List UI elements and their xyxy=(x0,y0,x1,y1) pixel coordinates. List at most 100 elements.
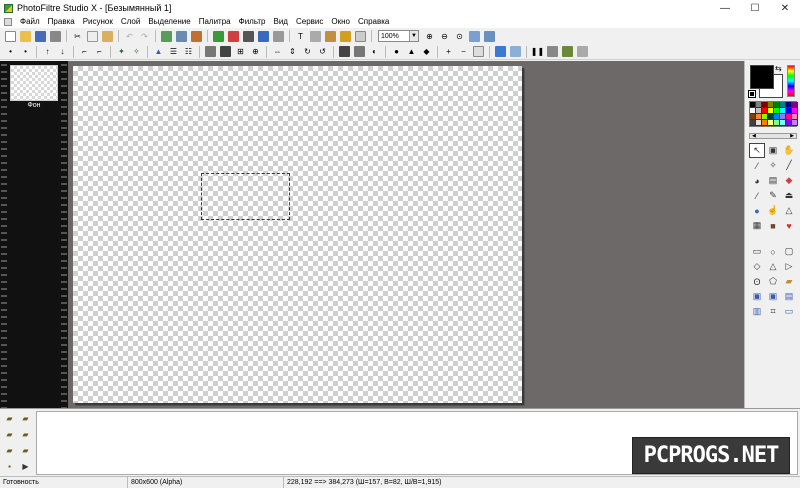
arrow-icon[interactable]: ↖ xyxy=(749,143,765,158)
reset-colors-icon[interactable] xyxy=(748,90,756,98)
magic-wand-icon[interactable]: ✧ xyxy=(765,158,781,173)
levels-icon[interactable]: ▲ xyxy=(153,46,164,57)
hand-icon[interactable]: ✋ xyxy=(781,143,797,158)
close-button[interactable]: ✕ xyxy=(770,0,800,16)
rounded-rect-icon[interactable]: ▢ xyxy=(781,244,797,259)
folder-icon[interactable]: ▰ xyxy=(781,274,797,289)
play-icon[interactable]: ▶ xyxy=(18,459,33,474)
mask-icon[interactable] xyxy=(473,46,484,57)
brightness-down-icon[interactable]: ↓ xyxy=(57,46,68,57)
grayscale-icon[interactable] xyxy=(205,46,216,57)
folder-up-icon[interactable]: ▰ xyxy=(2,411,17,426)
right-triangle-icon[interactable]: ▷ xyxy=(781,259,797,274)
menu-view[interactable]: Вид xyxy=(270,16,292,28)
menu-edit[interactable]: Правка xyxy=(44,16,79,28)
drop-icon[interactable]: ● xyxy=(391,46,402,57)
fit-window-icon[interactable] xyxy=(469,30,480,42)
selection-rectangle[interactable] xyxy=(201,173,290,220)
chevron-right-icon[interactable]: ▶ xyxy=(790,133,794,139)
effect-icon[interactable] xyxy=(325,30,336,42)
contrast-icon[interactable]: ☰ xyxy=(168,46,179,57)
new-file-icon[interactable] xyxy=(5,30,16,42)
palette-scrollbar[interactable]: ◀ ▶ xyxy=(749,133,797,139)
crop-icon[interactable]: ⌗ xyxy=(765,304,781,319)
minus-icon[interactable]: − xyxy=(458,46,469,57)
pen-icon[interactable]: ✎ xyxy=(765,188,781,203)
brush-icon[interactable]: ⁄ xyxy=(749,188,765,203)
zoom-actual-icon[interactable]: ⊙ xyxy=(454,31,465,42)
plugin-gray-icon[interactable] xyxy=(273,30,284,42)
animation-icon[interactable] xyxy=(562,46,573,57)
plugin-green-icon[interactable] xyxy=(213,30,224,42)
pause-icon[interactable]: ❚❚ xyxy=(531,46,544,57)
light-icon[interactable]: ◐ xyxy=(369,46,380,57)
folder-copy-icon[interactable]: ▰ xyxy=(2,443,17,458)
text-style-icon[interactable] xyxy=(310,30,321,42)
color-balance-icon[interactable] xyxy=(495,46,506,57)
plugin-blue-icon[interactable] xyxy=(258,30,269,42)
menu-filter[interactable]: Фильтр xyxy=(235,16,270,28)
folder-refresh-icon[interactable]: ▰ xyxy=(18,427,33,442)
layer-icon[interactable] xyxy=(191,30,202,42)
plugin-dark-icon[interactable] xyxy=(243,30,254,42)
zoom-select[interactable]: 100% ▼ xyxy=(378,30,419,42)
image-canvas[interactable] xyxy=(73,66,522,403)
menu-help[interactable]: Справка xyxy=(354,16,393,28)
swap-colors-icon[interactable]: ⇆ xyxy=(775,64,782,73)
hue-icon[interactable] xyxy=(510,46,521,57)
menu-file[interactable]: Файл xyxy=(16,16,44,28)
finger-icon[interactable]: ☝ xyxy=(765,203,781,218)
menu-selection[interactable]: Выделение xyxy=(144,16,194,28)
folder-delete-icon[interactable]: ▰ xyxy=(18,443,33,458)
frame-icon[interactable]: ▭ xyxy=(781,304,797,319)
menu-tools[interactable]: Сервис xyxy=(292,16,327,28)
layer-select-icon[interactable]: ▥ xyxy=(749,304,765,319)
undo-icon[interactable]: ↶ xyxy=(124,31,135,42)
triangle-shape-icon[interactable]: ▲ xyxy=(406,46,417,57)
redo-icon[interactable]: ↷ xyxy=(139,31,150,42)
spray-icon[interactable]: ▤ xyxy=(765,173,781,188)
rotate-back-icon[interactable]: ↺ xyxy=(317,46,328,57)
document-menu-icon[interactable] xyxy=(4,18,12,26)
target-icon[interactable]: ⊕ xyxy=(250,46,261,57)
flip-horizontal-icon[interactable]: ⇔ xyxy=(272,46,283,57)
maximize-button[interactable]: ☐ xyxy=(740,0,770,16)
eraser-icon[interactable]: ◆ xyxy=(781,173,797,188)
crop-tool-icon[interactable]: ⌐ xyxy=(79,46,90,57)
stamp-icon[interactable]: ⏏ xyxy=(781,188,797,203)
menu-image[interactable]: Рисунок xyxy=(79,16,117,28)
pattern-icon[interactable]: ▦ xyxy=(749,218,765,233)
transparency-icon[interactable]: • xyxy=(5,46,16,57)
clone-icon[interactable]: ■ xyxy=(765,218,781,233)
folder-new-icon[interactable]: ▰ xyxy=(18,411,33,426)
fullscreen-icon[interactable] xyxy=(484,30,495,42)
rotate-icon[interactable]: ↻ xyxy=(302,46,313,57)
batch-icon[interactable] xyxy=(547,46,558,57)
text-tool-icon[interactable]: T xyxy=(295,31,306,42)
menu-window[interactable]: Окно xyxy=(327,16,354,28)
print-icon[interactable] xyxy=(50,30,61,42)
bucket-icon[interactable]: ◕ xyxy=(749,173,765,188)
image-size-icon[interactable] xyxy=(161,30,172,42)
invert-icon[interactable] xyxy=(220,46,231,57)
cut-icon[interactable]: ✂ xyxy=(72,31,83,42)
plugin-red-icon[interactable] xyxy=(228,30,239,42)
save-icon[interactable] xyxy=(35,30,46,42)
magic-select-icon[interactable]: ▣ xyxy=(765,143,781,158)
blur-drop-icon[interactable]: ● xyxy=(749,203,765,218)
flip-vertical-icon[interactable]: ⇕ xyxy=(287,46,298,57)
zoom-out-icon[interactable]: ⊖ xyxy=(439,31,450,42)
sharpen-filter-icon[interactable]: ✦ xyxy=(116,46,127,57)
chevron-left-icon[interactable]: ◀ xyxy=(752,133,756,139)
sharpen-icon[interactable]: △ xyxy=(781,203,797,218)
canvas-size-icon[interactable] xyxy=(176,30,187,42)
triangle-icon[interactable]: △ xyxy=(765,259,781,274)
invert-select-icon[interactable]: ▣ xyxy=(765,289,781,304)
frame-icon[interactable] xyxy=(355,30,366,42)
eyedropper-icon[interactable]: ⁄ xyxy=(749,158,765,173)
palette-swatch[interactable] xyxy=(792,120,798,126)
emboss-icon[interactable] xyxy=(354,46,365,57)
image-icon[interactable]: ▪ xyxy=(2,459,17,474)
brightness-up-icon[interactable]: ↑ xyxy=(42,46,53,57)
gamma-icon[interactable]: ☷ xyxy=(183,46,194,57)
